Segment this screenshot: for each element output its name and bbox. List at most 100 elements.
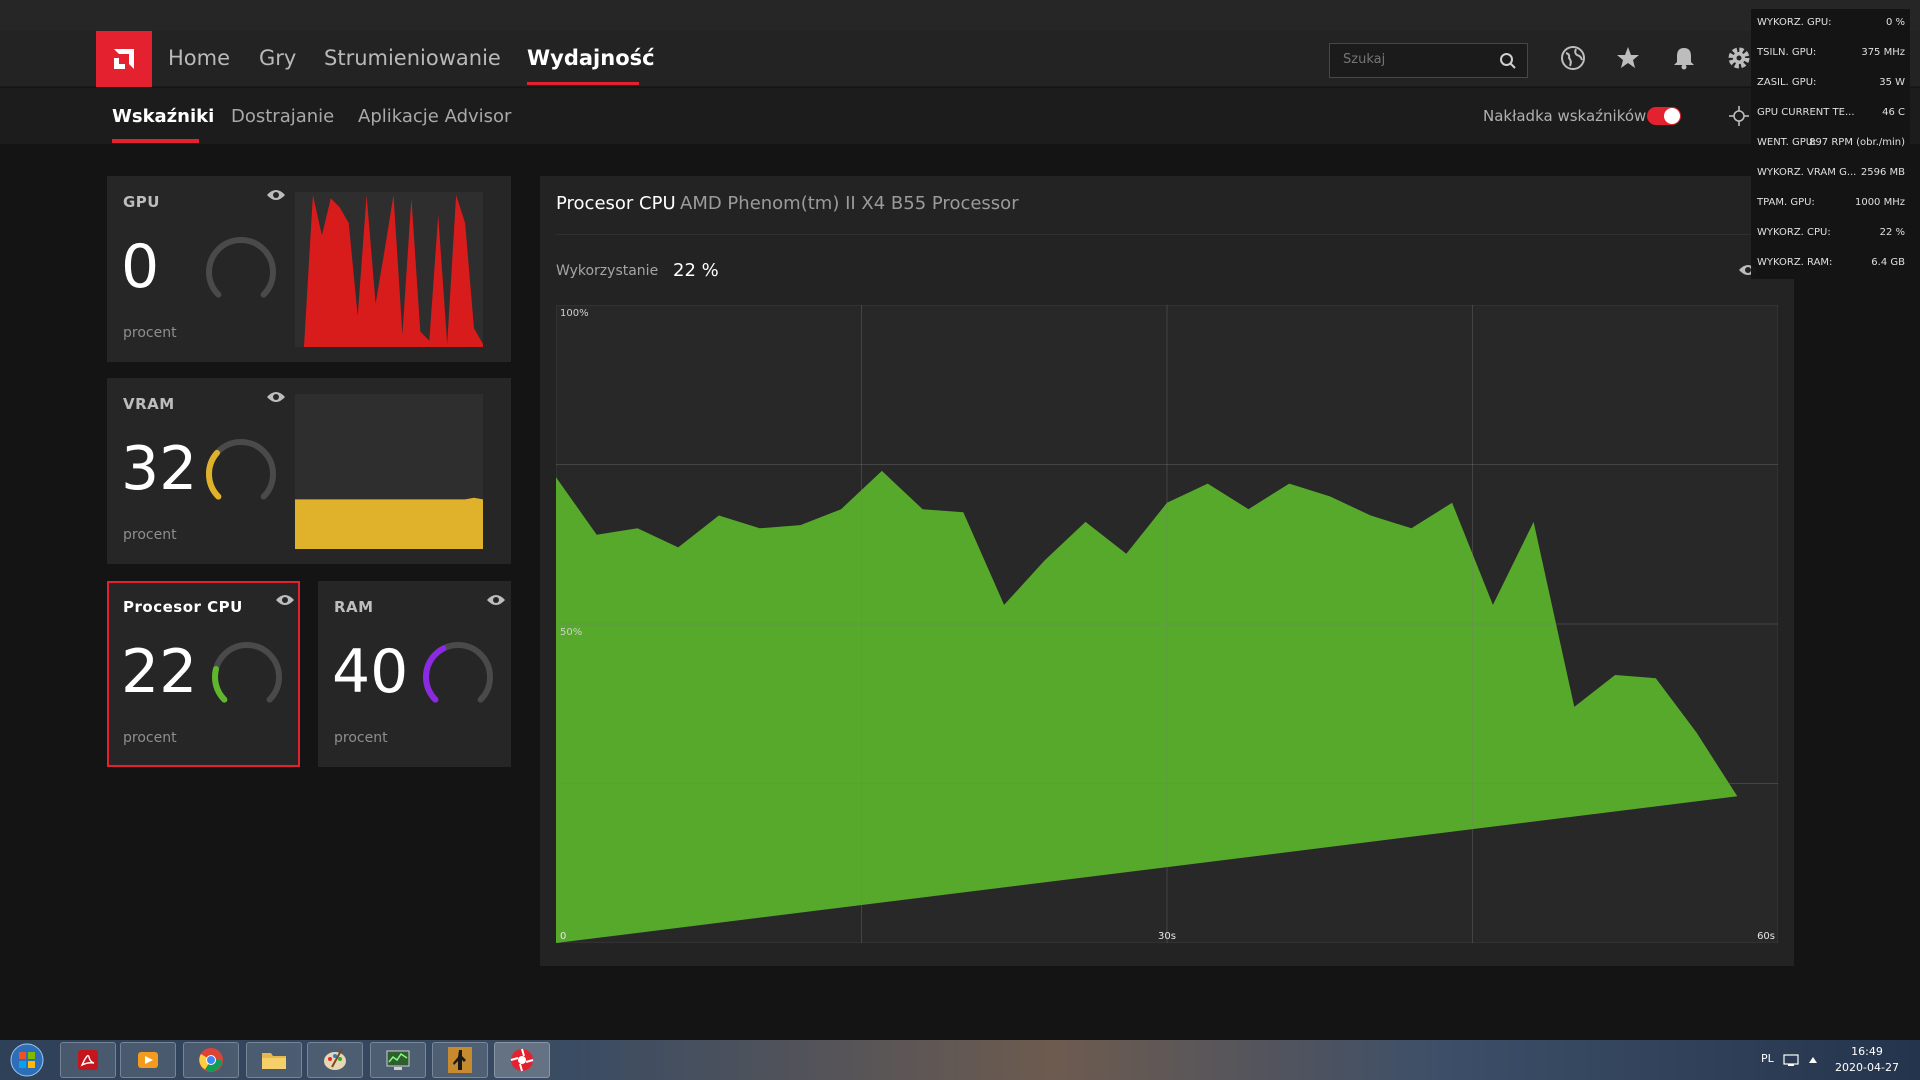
- overlay-value: 46 C: [1882, 107, 1905, 118]
- clock-date: 2020-04-27: [1835, 1061, 1899, 1074]
- gpu-sparkline: [295, 192, 483, 347]
- bell-icon[interactable]: [1671, 45, 1697, 71]
- vram-sparkline-svg: [295, 497, 483, 549]
- vram-sparkline-area: [295, 497, 483, 549]
- overlay-row: TSILN. GPU: 375 MHz: [1757, 43, 1905, 63]
- gauge-fill: [206, 449, 222, 500]
- taskbar-media-player[interactable]: [120, 1042, 176, 1078]
- tray-expand-icon[interactable]: [1808, 1056, 1818, 1064]
- taskbar-acrobat[interactable]: [60, 1042, 116, 1078]
- clock-time: 16:49: [1851, 1045, 1883, 1058]
- cpu-card[interactable]: Procesor CPU 22 procent: [107, 581, 300, 767]
- nav-home[interactable]: Home: [168, 46, 230, 70]
- overlay-key: WYKORZ. RAM:: [1757, 257, 1833, 268]
- start-button[interactable]: [8, 1042, 46, 1078]
- overlay-value: 2596 MB: [1860, 167, 1905, 178]
- overlay-key: GPU CURRENT TE...: [1757, 107, 1855, 118]
- media-player-icon: [138, 1052, 158, 1068]
- tab-active-indicator: [112, 139, 199, 143]
- acrobat-icon: [78, 1050, 98, 1070]
- overlay-value: 35 W: [1879, 77, 1905, 88]
- cpu-gauge: [212, 642, 282, 703]
- taskbar-chrome[interactable]: [183, 1042, 239, 1078]
- y-tick-label: 50%: [560, 627, 582, 638]
- amd-logo[interactable]: [96, 31, 152, 87]
- overlay-toggle[interactable]: [1647, 107, 1681, 125]
- overlay-key: ZASIL. GPU:: [1757, 77, 1817, 88]
- gpu-card[interactable]: GPU 0 procent: [107, 176, 511, 362]
- gpu-sparkline-area: [295, 195, 483, 347]
- cpu-detail-panel: Procesor CPU AMD Phenom(tm) II X4 B55 Pr…: [540, 176, 1794, 966]
- overlay-row: WYKORZ. RAM: 6.4 GB: [1757, 253, 1905, 273]
- gauge-track: [206, 439, 276, 500]
- vram-card[interactable]: VRAM 32 procent: [107, 378, 511, 564]
- ram-eye-icon[interactable]: [486, 593, 506, 607]
- gauge-fill: [212, 666, 228, 703]
- gpu-eye-icon[interactable]: [266, 188, 286, 202]
- overlay-value: 0 %: [1885, 17, 1905, 28]
- tab-metrics[interactable]: Wskaźniki: [112, 106, 214, 127]
- vram-unit: procent: [123, 527, 177, 543]
- star-icon[interactable]: [1615, 45, 1641, 71]
- overlay-value: 22 %: [1879, 227, 1905, 238]
- overlay-row: GPU CURRENT TE... 46 C: [1757, 103, 1905, 123]
- gpu-sparkline-svg: [295, 195, 483, 347]
- usage-label: Wykorzystanie: [556, 263, 659, 279]
- overlay-key: WYKORZ. CPU:: [1757, 227, 1831, 238]
- cpu-usage-chart: 100% 50% 0 30s 60s: [556, 305, 1778, 943]
- overlay-key: WYKORZ. VRAM G...: [1757, 167, 1857, 178]
- vram-eye-icon[interactable]: [266, 390, 286, 404]
- windows-orb-icon: [10, 1043, 44, 1077]
- overlay-row: WENT. GPU: 897 RPM (obr./min): [1757, 133, 1905, 153]
- system-clock[interactable]: 16:49 2020-04-27: [1822, 1044, 1912, 1076]
- x-tick-label: 0: [560, 931, 566, 942]
- overlay-value: 1000 MHz: [1854, 197, 1905, 208]
- nav-streaming[interactable]: Strumieniowanie: [324, 46, 501, 70]
- cpu-unit: procent: [123, 730, 177, 746]
- sub-navigation: Wskaźniki Dostrajanie Aplikacje Advisor …: [0, 88, 1920, 144]
- taskbar-explorer[interactable]: [246, 1042, 302, 1078]
- metrics-overlay[interactable]: WYKORZ. GPU: 0 % TSILN. GPU: 375 MHz ZASIL…: [1751, 9, 1910, 279]
- taskbar-paint[interactable]: [307, 1042, 363, 1078]
- tab-tuning[interactable]: Dostrajanie: [231, 106, 334, 127]
- processor-name: AMD Phenom(tm) II X4 B55 Processor: [680, 193, 1019, 214]
- search-icon[interactable]: [1499, 52, 1517, 70]
- overlay-row: WYKORZ. GPU: 0 %: [1757, 13, 1905, 33]
- taskbar-amd-radeon[interactable]: [494, 1042, 550, 1078]
- search-box[interactable]: [1329, 43, 1528, 78]
- y-tick-label: 100%: [560, 308, 589, 319]
- ram-unit: procent: [334, 730, 388, 746]
- nav-games[interactable]: Gry: [259, 46, 296, 70]
- globe-icon[interactable]: [1560, 45, 1586, 71]
- counter-strike-icon: [448, 1047, 472, 1073]
- folder-icon: [262, 1053, 286, 1069]
- ram-gauge: [423, 642, 493, 703]
- gauge-fill: [423, 645, 447, 703]
- language-indicator[interactable]: PL: [1761, 1052, 1774, 1065]
- overlay-row: TPAM. GPU: 1000 MHz: [1757, 193, 1905, 213]
- vram-gauge: [206, 439, 276, 500]
- overlay-key: TPAM. GPU:: [1757, 197, 1815, 208]
- panel-title: Procesor CPU: [556, 193, 676, 214]
- ram-card[interactable]: RAM 40 procent: [318, 581, 511, 767]
- radeon-icon: [510, 1048, 534, 1072]
- ram-card-title: RAM: [334, 598, 374, 616]
- cpu-eye-icon[interactable]: [275, 593, 295, 607]
- cpu-value: 22: [121, 637, 198, 707]
- nav-performance[interactable]: Wydajność: [527, 46, 655, 70]
- taskbar-system-monitor[interactable]: [370, 1042, 426, 1078]
- network-icon[interactable]: [1783, 1053, 1799, 1067]
- gauge-track: [212, 642, 282, 703]
- search-input[interactable]: [1343, 52, 1493, 67]
- tab-advisor-apps[interactable]: Aplikacje Advisor: [358, 106, 511, 127]
- gear-icon[interactable]: [1726, 45, 1752, 71]
- title-bar: [0, 0, 1920, 31]
- taskbar-counter-strike[interactable]: [432, 1042, 488, 1078]
- amd-logo-icon: [114, 49, 134, 69]
- paint-icon: [324, 1048, 346, 1070]
- vram-card-title: VRAM: [123, 395, 175, 413]
- overlay-row: ZASIL. GPU: 35 W: [1757, 73, 1905, 93]
- crosshair-icon[interactable]: [1729, 106, 1749, 126]
- overlay-key: WYKORZ. GPU:: [1757, 17, 1832, 28]
- overlay-key: WENT. GPU:: [1757, 137, 1817, 148]
